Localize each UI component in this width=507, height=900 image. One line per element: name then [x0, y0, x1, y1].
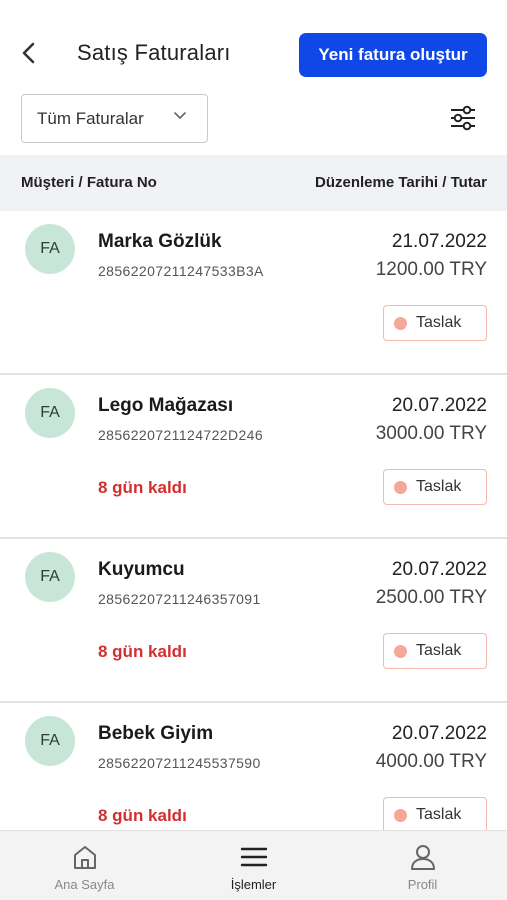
tab-home[interactable]: Ana Sayfa	[0, 831, 169, 900]
status-dot-icon	[394, 480, 407, 494]
status-label: Taslak	[416, 314, 462, 331]
column-header-date-amount: Düzenleme Tarihi / Tutar	[315, 174, 487, 191]
invoice-amount: 2500.00 TRY	[375, 587, 487, 608]
back-button[interactable]	[14, 36, 44, 70]
invoice-number: 28562207211245537590	[98, 755, 261, 771]
status-badge: Taslak	[383, 469, 487, 505]
app-header: Satış Faturaları Yeni fatura oluştur	[0, 0, 507, 90]
filter-settings-button[interactable]	[446, 102, 480, 134]
menu-icon	[240, 847, 267, 867]
home-icon	[73, 846, 96, 869]
status-badge: Taslak	[383, 797, 487, 833]
table-header: Müşteri / Fatura No Düzenleme Tarihi / T…	[0, 155, 507, 211]
chevron-down-icon	[174, 112, 186, 119]
avatar: FA	[25, 224, 75, 274]
bottom-tab-bar: Ana Sayfa İşlemler Profil	[0, 830, 507, 900]
invoice-number: 28562207211246357091	[98, 591, 261, 607]
days-left-label: 8 gün kaldı	[98, 642, 187, 661]
customer-name: Bebek Giyim	[98, 723, 214, 744]
filter-selected-value: Tüm Faturalar	[37, 108, 144, 128]
customer-name: Marka Gözlük	[98, 231, 222, 252]
status-label: Taslak	[416, 642, 462, 659]
invoice-filter-select[interactable]: Tüm Faturalar	[21, 94, 208, 143]
invoice-row[interactable]: FA Lego Mağazası 2856220721124722D246 20…	[0, 375, 507, 539]
new-invoice-button[interactable]: Yeni fatura oluştur	[299, 33, 487, 77]
avatar: FA	[25, 388, 75, 438]
invoice-amount: 4000.00 TRY	[375, 751, 487, 772]
status-dot-icon	[394, 316, 407, 330]
invoice-number: 28562207211247533B3A	[98, 263, 264, 279]
tab-profile-label: Profil	[407, 877, 438, 892]
invoice-list: FA Marka Gözlük 28562207211247533B3A 21.…	[0, 211, 507, 867]
days-left-label: 8 gün kaldı	[98, 478, 187, 497]
avatar: FA	[25, 552, 75, 602]
status-badge: Taslak	[383, 633, 487, 669]
page-title: Satış Faturaları	[77, 40, 231, 65]
invoice-number: 2856220721124722D246	[98, 427, 264, 443]
status-dot-icon	[394, 808, 407, 822]
invoice-amount: 3000.00 TRY	[375, 423, 487, 444]
invoice-row[interactable]: FA Kuyumcu 28562207211246357091 20.07.20…	[0, 539, 507, 703]
column-header-customer: Müşteri / Fatura No	[21, 174, 157, 191]
tab-transactions[interactable]: İşlemler	[169, 831, 338, 900]
invoice-amount: 1200.00 TRY	[375, 259, 487, 280]
status-badge: Taslak	[383, 305, 487, 341]
invoice-date: 20.07.2022	[391, 395, 487, 416]
avatar: FA	[25, 716, 75, 766]
tab-home-label: Ana Sayfa	[54, 877, 115, 892]
days-left-label: 8 gün kaldı	[98, 806, 187, 825]
status-label: Taslak	[416, 478, 462, 495]
chevron-left-icon	[22, 42, 35, 64]
status-dot-icon	[394, 644, 407, 658]
invoice-date: 20.07.2022	[391, 559, 487, 580]
customer-name: Lego Mağazası	[98, 395, 234, 416]
invoice-row[interactable]: FA Marka Gözlük 28562207211247533B3A 21.…	[0, 211, 507, 375]
status-label: Taslak	[416, 806, 462, 823]
invoice-date: 21.07.2022	[391, 231, 487, 252]
tab-profile[interactable]: Profil	[338, 831, 507, 900]
customer-name: Kuyumcu	[98, 559, 185, 580]
user-icon	[410, 845, 435, 870]
tab-transactions-label: İşlemler	[230, 877, 277, 892]
sliders-icon	[451, 105, 475, 131]
invoice-date: 20.07.2022	[391, 723, 487, 744]
